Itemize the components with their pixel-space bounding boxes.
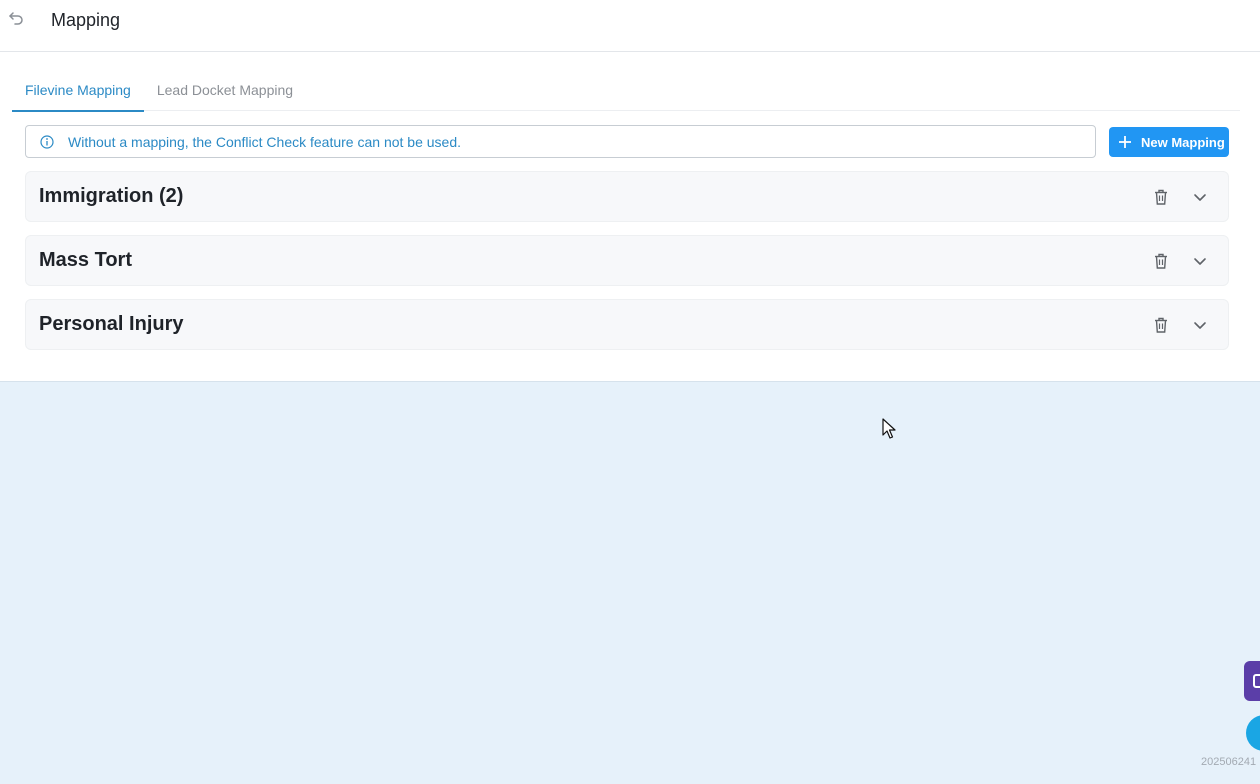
mapping-group-personal-injury[interactable]: Personal Injury [25,299,1229,350]
side-widget-button[interactable] [1244,661,1260,701]
chat-launcher-button[interactable] [1246,715,1260,751]
notice-banner: Without a mapping, the Conflict Check fe… [25,125,1096,158]
tab-lead-docket-mapping[interactable]: Lead Docket Mapping [143,72,307,111]
group-title: Immigration (2) [39,185,184,207]
plus-icon [1117,134,1133,150]
widget-icon [1253,674,1260,688]
notice-text: Without a mapping, the Conflict Check fe… [68,133,462,150]
group-title: Personal Injury [39,313,184,335]
page-title: Mapping [51,10,121,30]
new-mapping-label: New Mapping [1141,134,1225,150]
version-label: 202506241 [1201,756,1257,768]
mapping-group-mass-tort[interactable]: Mass Tort [25,235,1229,286]
top-bar: Mapping [0,0,1260,52]
return-arrow-icon[interactable] [6,8,26,28]
chevron-down-icon[interactable] [1191,251,1209,271]
new-mapping-button[interactable]: New Mapping [1109,127,1229,157]
info-circle-icon [39,134,55,150]
tab-filevine-mapping[interactable]: Filevine Mapping [12,72,144,112]
group-title: Mass Tort [39,249,132,271]
mapping-group-immigration[interactable]: Immigration (2) [25,171,1229,222]
chevron-down-icon[interactable] [1191,187,1209,207]
mouse-pointer-icon [882,418,896,440]
trash-icon[interactable] [1152,187,1170,207]
tab-bar: Filevine Mapping Lead Docket Mapping [12,72,1240,112]
mapping-panel: Filevine Mapping Lead Docket Mapping Wit… [0,52,1260,382]
trash-icon[interactable] [1152,315,1170,335]
chevron-down-icon[interactable] [1191,315,1209,335]
trash-icon[interactable] [1152,251,1170,271]
